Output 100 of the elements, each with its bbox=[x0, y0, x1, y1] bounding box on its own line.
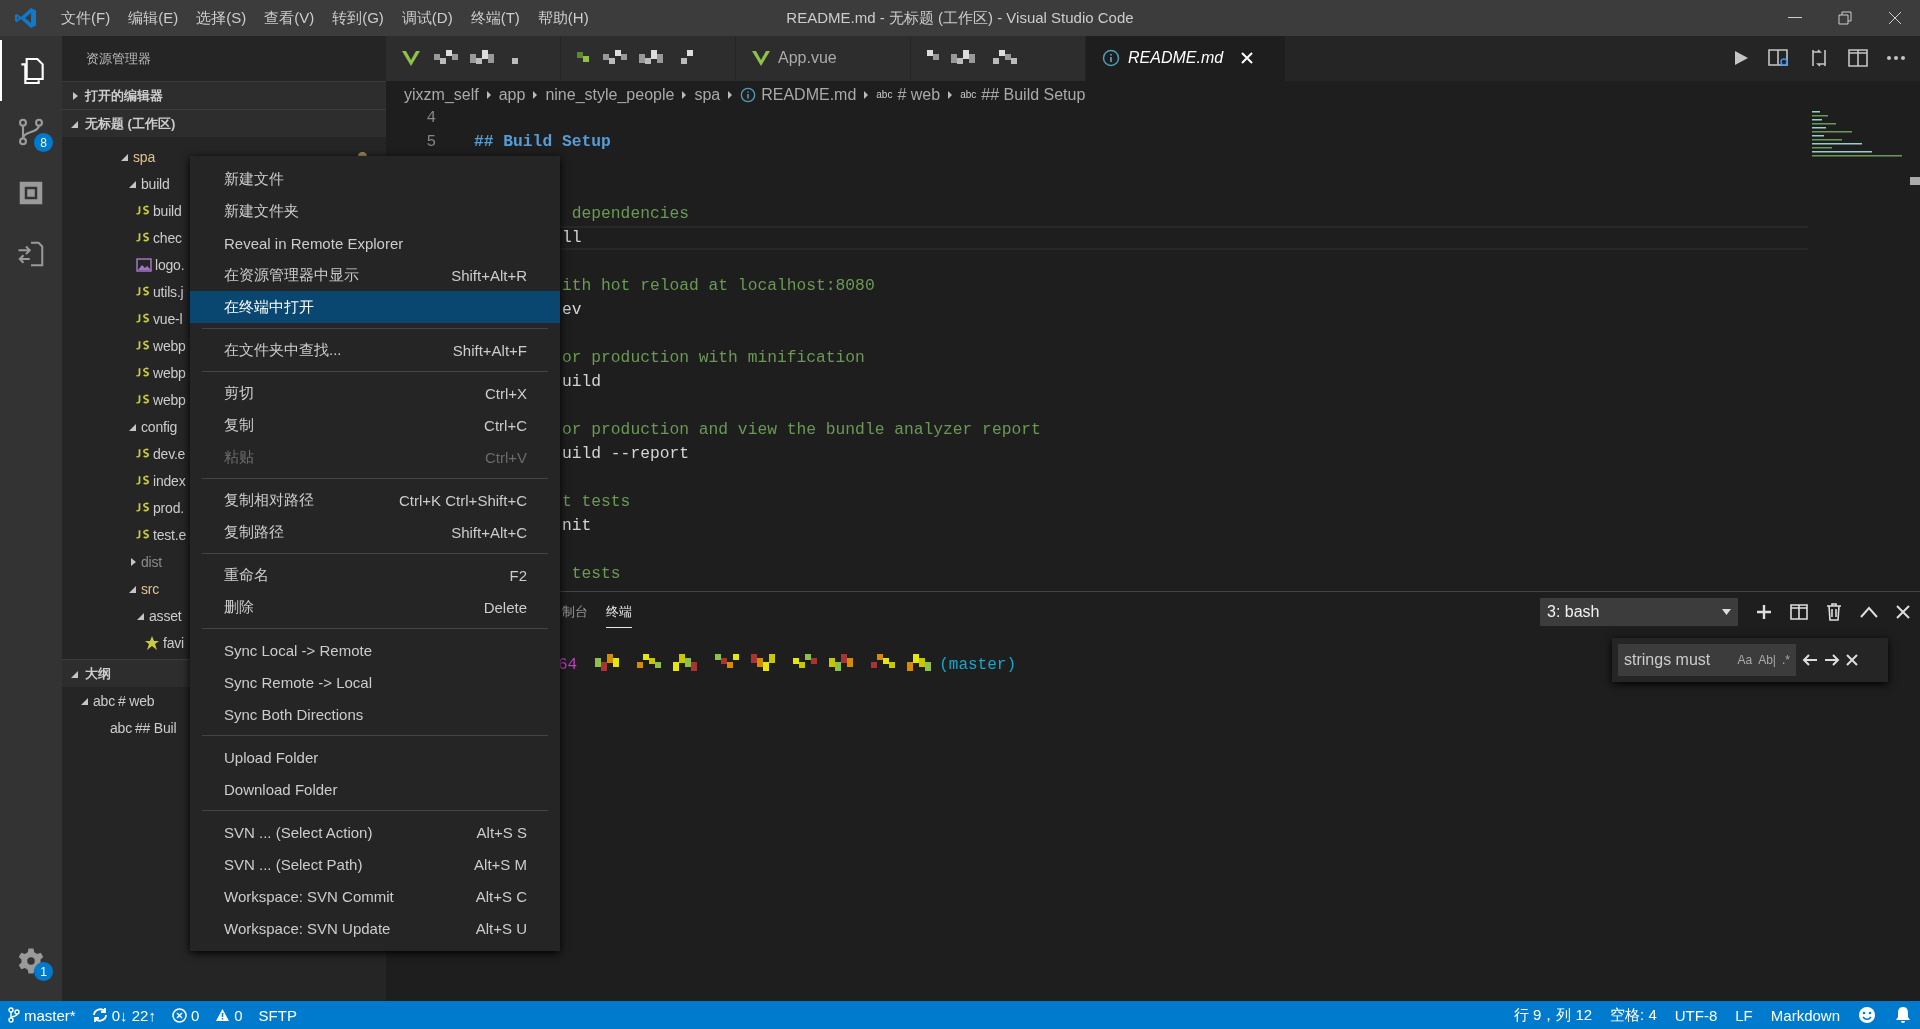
close-icon[interactable] bbox=[1888, 11, 1902, 25]
menu-item[interactable]: 复制相对路径 Ctrl+K Ctrl+Shift+C bbox=[190, 484, 560, 516]
run-icon[interactable] bbox=[1732, 49, 1750, 68]
status-item[interactable]: LF bbox=[1735, 1006, 1753, 1024]
plus-icon[interactable] bbox=[1756, 604, 1772, 621]
tree-item[interactable]: webp bbox=[153, 364, 186, 381]
editor-tab[interactable] bbox=[386, 36, 561, 81]
breadcrumb-item[interactable]: spa bbox=[694, 85, 721, 104]
close-icon[interactable] bbox=[1896, 605, 1910, 620]
bell-icon[interactable] bbox=[1894, 1006, 1912, 1024]
status-item[interactable]: master* bbox=[8, 1006, 76, 1024]
collapsed-arrow-icon[interactable] bbox=[128, 556, 138, 567]
panel-tab[interactable]: 制台 bbox=[562, 596, 588, 628]
tree-item[interactable]: vue-l bbox=[153, 310, 183, 327]
tree-item[interactable]: src bbox=[141, 580, 160, 597]
breadcrumb-item[interactable]: nine_style_people bbox=[545, 85, 675, 104]
breadcrumb-item[interactable]: README.md bbox=[740, 85, 857, 104]
editor-tab[interactable]: App.vue bbox=[736, 36, 911, 81]
trash-icon[interactable] bbox=[1826, 603, 1842, 622]
tree-item[interactable]: webp bbox=[153, 337, 186, 354]
status-item[interactable]: UTF-8 bbox=[1674, 1006, 1718, 1024]
search-option-icon[interactable]: .* bbox=[1782, 653, 1790, 668]
status-item[interactable]: 行 9，列 12 bbox=[1513, 1005, 1593, 1025]
tree-item[interactable]: favi bbox=[163, 634, 184, 651]
menu-item[interactable]: 新建文件夹 bbox=[190, 195, 560, 227]
minimize-icon[interactable] bbox=[1788, 17, 1802, 19]
editor-tab[interactable] bbox=[561, 36, 736, 81]
terminal-dropdown[interactable]: 3: bash bbox=[1540, 598, 1738, 627]
tree-item[interactable]: build bbox=[153, 202, 182, 219]
menu-item[interactable]: 帮助(H) bbox=[528, 8, 598, 28]
status-item[interactable]: Markdown bbox=[1770, 1006, 1840, 1024]
tree-item[interactable]: build bbox=[141, 175, 170, 192]
editor-tab[interactable]: README.md bbox=[1086, 36, 1286, 81]
menu-item[interactable]: 复制路径 Shift+Alt+C bbox=[190, 516, 560, 548]
tree-item[interactable]: index bbox=[153, 472, 186, 489]
status-item[interactable]: 0 bbox=[215, 1006, 243, 1024]
menu-item[interactable]: Workspace: SVN Update Alt+S U bbox=[190, 912, 560, 944]
breadcrumb-item[interactable]: yixzm_self bbox=[404, 85, 479, 104]
split-editor-icon[interactable] bbox=[1848, 48, 1868, 69]
menu-item[interactable]: 调试(D) bbox=[392, 8, 462, 28]
menu-item[interactable]: 文件(F) bbox=[52, 8, 120, 28]
menu-item[interactable]: 终端(T) bbox=[461, 8, 529, 28]
search-option-icon[interactable]: Aa bbox=[1737, 653, 1753, 668]
menu-item[interactable]: 查看(V) bbox=[255, 8, 324, 28]
tree-item[interactable]: dev.e bbox=[153, 445, 186, 462]
tree-item[interactable]: asset bbox=[149, 607, 182, 624]
menu-item[interactable]: Upload Folder bbox=[190, 741, 560, 773]
tree-item[interactable]: chec bbox=[153, 229, 182, 246]
restore-icon[interactable] bbox=[1838, 11, 1852, 25]
tree-item[interactable]: test.e bbox=[153, 526, 187, 543]
tree-item[interactable]: utils.j bbox=[153, 283, 184, 300]
menu-item[interactable]: 复制 Ctrl+C bbox=[190, 409, 560, 441]
status-item[interactable]: SFTP bbox=[258, 1006, 297, 1024]
menu-item[interactable]: Sync Remote -> Local bbox=[190, 666, 560, 698]
breadcrumb-item[interactable]: abc ## Build Setup bbox=[960, 85, 1086, 104]
split-icon[interactable] bbox=[1790, 604, 1808, 621]
menu-item[interactable]: 在资源管理器中显示 Shift+Alt+R bbox=[190, 259, 560, 291]
menu-item[interactable]: Workspace: SVN Commit Alt+S C bbox=[190, 880, 560, 912]
scrollbar-thumb[interactable] bbox=[1910, 176, 1920, 185]
section-header[interactable]: 无标题 (工作区) bbox=[62, 109, 386, 137]
menu-item[interactable]: Sync Local -> Remote bbox=[190, 634, 560, 666]
breadcrumb-item[interactable]: abc # web bbox=[876, 85, 941, 104]
outline-item[interactable]: ## Buil bbox=[135, 719, 177, 736]
tree-item[interactable]: prod. bbox=[153, 499, 184, 516]
editor-tab[interactable] bbox=[911, 36, 1086, 81]
menu-item[interactable]: 重命名 F2 bbox=[190, 559, 560, 591]
smiley-icon[interactable] bbox=[1858, 1006, 1876, 1024]
tree-item[interactable]: config bbox=[141, 418, 178, 435]
more-icon[interactable] bbox=[1886, 55, 1906, 62]
breadcrumb-item[interactable]: app bbox=[498, 85, 526, 104]
arrow-left-icon[interactable] bbox=[1802, 653, 1818, 668]
menu-item[interactable]: 转到(G) bbox=[323, 8, 393, 28]
tree-item[interactable]: dist bbox=[141, 553, 162, 570]
app-logo-icon[interactable] bbox=[14, 6, 38, 30]
collapsed-arrow-icon[interactable] bbox=[70, 90, 80, 101]
tree-item[interactable]: logo. bbox=[155, 256, 185, 273]
chevron-up-icon[interactable] bbox=[1860, 606, 1878, 619]
search-option-icon[interactable]: Ab| bbox=[1758, 653, 1776, 668]
menu-item[interactable]: 选择(S) bbox=[187, 8, 256, 28]
arrow-right-icon[interactable] bbox=[1824, 653, 1840, 668]
menu-item[interactable]: 在文件夹中查找... Shift+Alt+F bbox=[190, 334, 560, 366]
tree-item[interactable]: spa bbox=[133, 148, 155, 165]
status-item[interactable]: 0 bbox=[171, 1006, 200, 1024]
menu-item[interactable]: 在终端中打开 bbox=[190, 291, 560, 323]
status-item[interactable]: 0↓ 22↑ bbox=[91, 1006, 156, 1024]
panel-tab[interactable]: 终端 bbox=[606, 596, 632, 628]
tree-item[interactable]: webp bbox=[153, 391, 186, 408]
menu-item[interactable]: 编辑(E) bbox=[119, 8, 188, 28]
status-item[interactable]: 空格: 4 bbox=[1610, 1005, 1657, 1025]
menu-item[interactable]: SVN ... (Select Path) Alt+S M bbox=[190, 848, 560, 880]
menu-item[interactable]: SVN ... (Select Action) Alt+S S bbox=[190, 816, 560, 848]
menu-item[interactable]: 剪切 Ctrl+X bbox=[190, 377, 560, 409]
close-icon[interactable] bbox=[1846, 654, 1858, 667]
menu-item[interactable]: Download Folder bbox=[190, 773, 560, 805]
open-preview-icon[interactable] bbox=[1768, 48, 1790, 69]
outline-item[interactable]: # web bbox=[118, 692, 155, 709]
find-input[interactable]: strings must Aa Ab| .* bbox=[1618, 644, 1796, 677]
menu-item[interactable]: Reveal in Remote Explorer bbox=[190, 227, 560, 259]
menu-item[interactable]: Sync Both Directions bbox=[190, 698, 560, 730]
section-header[interactable]: 打开的编辑器 bbox=[62, 81, 386, 109]
